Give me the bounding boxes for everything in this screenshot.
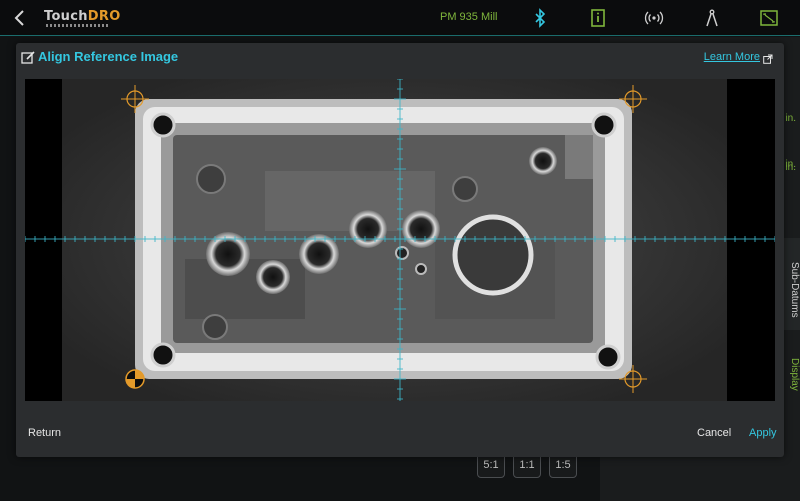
origin-datum-icon[interactable] <box>125 369 145 389</box>
reference-image-viewport[interactable] <box>25 79 775 401</box>
top-bar: TouchDRO PM 935 Mill <box>0 0 800 36</box>
edit-icon <box>21 50 36 65</box>
info-icon[interactable] <box>588 8 608 28</box>
tab-display[interactable]: Display <box>783 336 800 400</box>
brand-tagline <box>46 24 108 27</box>
compass-icon[interactable] <box>702 8 722 28</box>
reference-image <box>25 79 775 401</box>
app-root: TouchDRO PM 935 Mill in. in. in. Sub-Dat… <box>0 0 800 501</box>
fit-screen-icon[interactable] <box>759 8 779 28</box>
dialog-title: Align Reference Image <box>38 49 179 64</box>
external-link-icon[interactable] <box>763 51 773 64</box>
tab-sub-datums[interactable]: Sub-Datums <box>783 238 800 330</box>
cancel-button[interactable]: Cancel <box>697 427 731 439</box>
learn-more-link[interactable]: Learn More <box>704 51 760 63</box>
side-unit: in. <box>785 162 796 173</box>
side-unit: in. <box>785 113 796 124</box>
brand-main-text: Touch <box>44 9 88 24</box>
back-icon[interactable] <box>10 8 30 28</box>
align-reference-dialog: Align Reference Image Learn More Return … <box>16 43 784 457</box>
wireless-icon[interactable] <box>644 8 664 28</box>
return-button[interactable]: Return <box>28 427 61 439</box>
machine-name[interactable]: PM 935 Mill <box>440 11 497 23</box>
bluetooth-icon[interactable] <box>530 8 550 28</box>
apply-button[interactable]: Apply <box>749 427 777 439</box>
brand-logo: TouchDRO <box>44 9 121 24</box>
brand-accent-text: DRO <box>87 9 121 24</box>
